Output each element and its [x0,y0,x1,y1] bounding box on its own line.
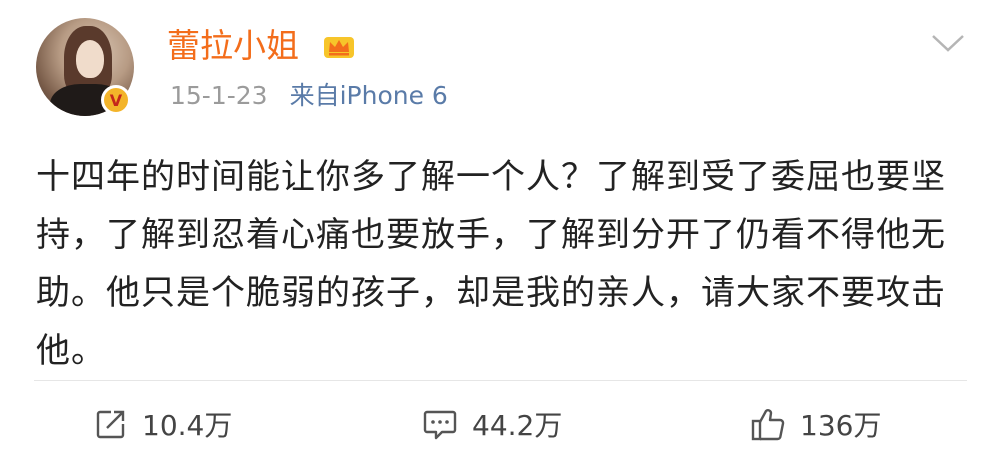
repost-icon [96,410,125,439]
repost-button[interactable]: 10.4万 [94,404,232,444]
avatar-face [76,40,104,78]
weibo-post: V 蕾拉小姐 15-1-23 来自iPhone 6 十四年的时间能让你多了解一个人… [0,0,1000,456]
thumbs-up-icon [751,409,785,441]
chevron-down-icon[interactable] [931,34,965,52]
like-count: 136万 [800,409,882,442]
divider [34,380,967,381]
repost-count: 10.4万 [142,409,233,442]
post-source[interactable]: 来自iPhone 6 [290,81,448,110]
comment-button[interactable]: 44.2万 [422,404,562,444]
post-meta: 15-1-23 来自iPhone 6 [170,80,448,112]
post-text: 十四年的时间能让你多了解一个人？了解到受了委屈也要坚持，了解到忍着心痛也要放手，… [36,157,946,371]
author-name[interactable]: 蕾拉小姐 [167,26,299,66]
crown-icon [324,37,354,58]
post-date: 15-1-23 [170,81,268,110]
like-button[interactable]: 136万 [750,404,881,444]
verified-v-icon: V [101,85,131,115]
comment-count: 44.2万 [472,409,563,442]
comment-icon [423,410,457,440]
